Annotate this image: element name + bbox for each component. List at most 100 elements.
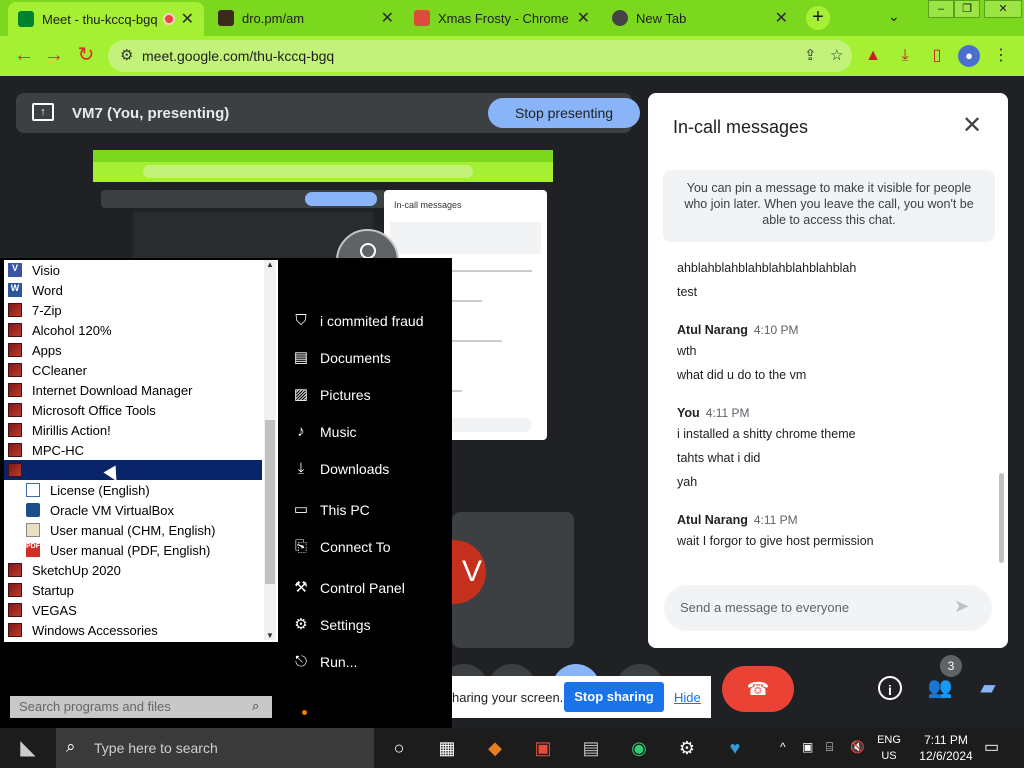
back-icon[interactable]: ← — [12, 44, 36, 68]
new-tab-button[interactable]: + — [806, 6, 830, 30]
cortana-icon[interactable]: ○ — [384, 734, 414, 762]
chat-scrollbar[interactable] — [999, 473, 1004, 563]
start-link[interactable]: ♪ Music — [292, 423, 356, 441]
taskbar-search[interactable]: ⌕ Type here to search — [56, 728, 374, 768]
app-monitor-icon[interactable]: ▤ — [576, 734, 606, 762]
tab-meet[interactable]: Meet - thu-kccq-bgq ✕ — [8, 2, 204, 36]
url-text[interactable]: meet.google.com/thu-kccq-bgq — [142, 48, 334, 64]
tab-xmas-frosty[interactable]: Xmas Frosty - Chrome W ✕ — [404, 4, 600, 32]
program-item[interactable]: Microsoft Office Tools — [4, 400, 262, 420]
program-item[interactable]: Oracle VM VirtualBox — [4, 500, 262, 520]
meeting-info-icon[interactable]: i — [878, 676, 902, 700]
share-icon[interactable]: ⇪ — [804, 46, 817, 64]
lab-flask-icon[interactable]: ▲ — [862, 45, 884, 67]
program-item[interactable]: 7-Zip — [4, 300, 262, 320]
start-search-input[interactable]: Search programs and files ⌕ — [10, 696, 272, 718]
start-link[interactable]: ⚒ Control Panel — [292, 579, 405, 597]
forward-icon[interactable]: → — [42, 44, 66, 68]
program-item[interactable]: License (English) — [4, 480, 262, 500]
network-icon[interactable]: ⌸ — [826, 740, 833, 755]
run-icon: ⎋ — [295, 653, 307, 670]
chrome-taskbar-icon[interactable]: ◉ — [624, 734, 654, 762]
app-box-icon[interactable]: ◆ — [480, 734, 510, 762]
reload-icon[interactable]: ↻ — [74, 44, 98, 68]
volume-muted-icon[interactable]: 🔇 — [850, 740, 865, 754]
program-item[interactable]: Startup — [4, 580, 262, 600]
download-icon[interactable]: ⤓ — [894, 45, 916, 67]
stop-presenting-button[interactable]: Stop presenting — [488, 98, 640, 128]
side-panel-icon[interactable]: ▯ — [926, 45, 948, 67]
scroll-down-icon[interactable]: ▼ — [264, 631, 276, 640]
program-item[interactable]: MPC-HC — [4, 440, 262, 460]
chat-icon[interactable]: ▰ — [974, 674, 1002, 702]
close-tab-icon[interactable]: ✕ — [381, 8, 394, 28]
profile-avatar-icon[interactable]: ● — [958, 45, 980, 67]
start-search-placeholder[interactable]: Search programs and files — [19, 699, 171, 714]
tray-chevron-icon[interactable]: ^ — [780, 740, 786, 754]
program-item[interactable]: VEGAS — [4, 600, 262, 620]
hide-link[interactable]: Hide — [674, 690, 701, 705]
start-link[interactable]: ▨ Pictures — [292, 386, 371, 404]
app-report-icon[interactable]: ▣ — [528, 734, 558, 762]
search-icon[interactable]: ⌕ — [252, 698, 259, 714]
site-info-icon[interactable]: ⚙ — [120, 46, 133, 64]
taskbar-search-placeholder[interactable]: Type here to search — [94, 740, 218, 756]
scroll-up-icon[interactable]: ▲ — [264, 260, 276, 269]
close-window-icon[interactable]: ✕ — [984, 0, 1022, 18]
clock[interactable]: 7:11 PM 12/6/2024 — [916, 732, 976, 764]
program-label: Apps — [32, 342, 62, 358]
tab-new-tab[interactable]: New Tab ✕ — [602, 4, 798, 32]
send-icon[interactable]: ➤ — [954, 596, 969, 617]
start-link[interactable]: ▭ This PC — [292, 501, 370, 519]
program-item[interactable]: PDF User manual (PDF, English) — [4, 540, 262, 560]
close-tab-icon[interactable]: ✕ — [181, 9, 194, 29]
tray-app-icon[interactable]: ▣ — [802, 740, 813, 754]
stop-sharing-button[interactable]: Stop sharing — [564, 682, 664, 712]
address-bar[interactable]: ⚙ meet.google.com/thu-kccq-bgq ⇪ ☆ — [108, 40, 852, 72]
start-link[interactable]: ⎋ Run... — [292, 653, 357, 671]
menu-kebab-icon[interactable]: ⋮ — [990, 45, 1012, 67]
program-item[interactable]: W Word — [4, 280, 262, 300]
bookmark-star-icon[interactable]: ☆ — [830, 46, 843, 64]
task-view-icon[interactable]: ▦ — [432, 734, 462, 762]
program-item[interactable]: Mirillis Action! — [4, 420, 262, 440]
program-item[interactable]: V Visio — [4, 260, 262, 280]
start-button-rog-icon[interactable]: ◣ — [0, 728, 56, 768]
recording-icon — [162, 13, 175, 25]
start-link[interactable]: ⎘ Connect To — [292, 538, 391, 556]
program-item[interactable]: Windows Accessories — [4, 620, 262, 640]
restore-icon[interactable]: ❐ — [954, 0, 980, 18]
close-panel-icon[interactable]: ✕ — [962, 111, 982, 140]
close-tab-icon[interactable]: ✕ — [577, 8, 590, 28]
language-indicator[interactable]: ENG US — [874, 732, 904, 764]
avatar-head — [360, 243, 376, 259]
hang-up-button[interactable]: ☎ — [722, 666, 794, 712]
minimize-icon[interactable]: – — [928, 0, 954, 18]
folder-icon — [8, 623, 22, 637]
start-link[interactable]: ⤓ Downloads — [292, 460, 390, 478]
program-item[interactable]: CCleaner — [4, 360, 262, 380]
program-item[interactable]: User manual (CHM, English) — [4, 520, 262, 540]
chat-input-placeholder[interactable]: Send a message to everyone — [680, 600, 849, 615]
program-list-scrollbar[interactable]: ▲ ▼ — [264, 260, 276, 640]
scroll-thumb[interactable] — [265, 420, 275, 584]
program-item[interactable]: Oracle VM VirtualBox — [4, 460, 262, 480]
tab-dro[interactable]: dro.pm/am ✕ — [208, 4, 404, 32]
settings-gear-icon[interactable]: ⚙ — [672, 734, 702, 762]
notifications-icon[interactable]: ▭ — [984, 737, 999, 757]
close-tab-icon[interactable]: ✕ — [775, 8, 788, 28]
program-item[interactable]: Alcohol 120% — [4, 320, 262, 340]
start-link[interactable]: ▤ Documents — [292, 349, 391, 367]
folder-icon — [8, 343, 22, 357]
program-item[interactable]: SketchUp 2020 — [4, 560, 262, 580]
start-link[interactable]: ⛉ i commited fraud — [292, 312, 423, 330]
program-item[interactable]: Apps — [4, 340, 262, 360]
people-icon[interactable]: 👥 — [926, 674, 954, 702]
program-label: User manual (PDF, English) — [50, 542, 211, 558]
chat-input[interactable]: Send a message to everyone ➤ — [664, 585, 992, 631]
program-item[interactable]: Internet Download Manager — [4, 380, 262, 400]
start-link[interactable]: ⚙ Settings — [292, 616, 370, 634]
folder-icon — [8, 563, 22, 577]
app-heart-icon[interactable]: ♥ — [720, 734, 750, 762]
tab-search-chevron-icon[interactable]: ⌄ — [888, 8, 900, 25]
